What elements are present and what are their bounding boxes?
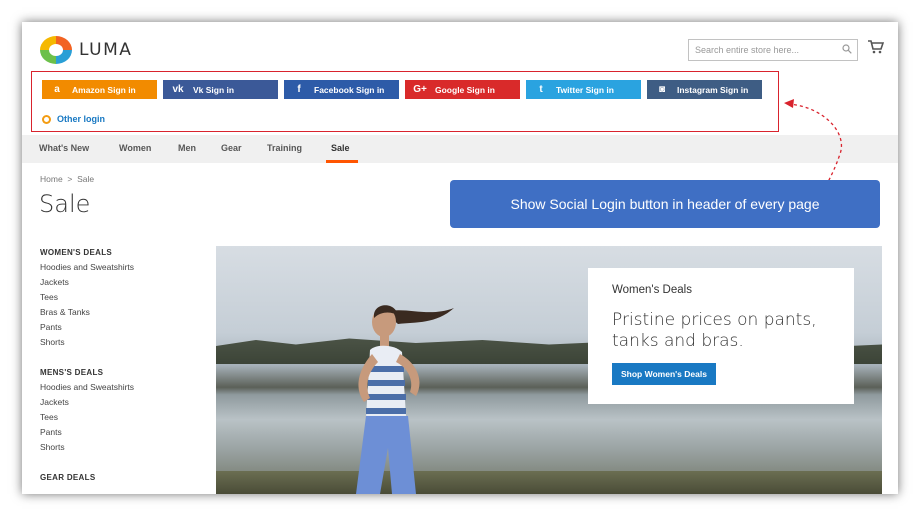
sidebar-link[interactable]: Tees — [40, 410, 134, 425]
search-icon[interactable] — [842, 44, 852, 54]
twitter-sign-in-button[interactable]: t Twitter Sign in — [526, 80, 641, 99]
page-title: Sale — [39, 190, 91, 218]
twitter-icon: t — [539, 84, 543, 95]
vk-sign-in-button[interactable]: vk Vk Sign in — [163, 80, 278, 99]
other-login-label: Other login — [57, 114, 105, 124]
other-login-icon — [42, 114, 51, 124]
google-sign-in-button[interactable]: G+ Google Sign in — [405, 80, 520, 99]
sidebar: WOMEN'S DEALS Hoodies and Sweatshirts Ja… — [40, 248, 134, 482]
callout-arrow — [784, 99, 843, 183]
sidebar-link[interactable]: Tees — [40, 290, 134, 305]
logo-text: LUMA — [79, 40, 133, 60]
sidebar-link[interactable]: Jackets — [40, 275, 134, 290]
sidebar-heading-womens-deals: WOMEN'S DEALS — [40, 248, 113, 257]
nav-item-gear[interactable]: Gear — [221, 143, 242, 153]
hero-banner[interactable]: Women's Deals Pristine prices on pants, … — [216, 246, 882, 494]
nav-item-women[interactable]: Women — [119, 143, 151, 153]
vk-icon: vk — [172, 84, 184, 95]
sidebar-heading-mens-deals: MENS'S DEALS — [40, 368, 104, 377]
twitter-sign-in-label: Twitter Sign in — [556, 84, 614, 95]
sidebar-link[interactable]: Hoodies and Sweatshirts — [40, 260, 134, 275]
breadcrumb-home[interactable]: Home — [40, 174, 63, 184]
sidebar-link[interactable]: Bras & Tanks — [40, 305, 134, 320]
nav-item-training[interactable]: Training — [267, 143, 302, 153]
annotation-callout: Show Social Login button in header of ev… — [450, 180, 880, 228]
sidebar-link[interactable]: Shorts — [40, 335, 134, 350]
facebook-sign-in-button[interactable]: f Facebook Sign in — [284, 80, 399, 99]
nav-active-indicator — [326, 160, 358, 163]
vk-sign-in-label: Vk Sign in — [193, 84, 235, 95]
cart-icon[interactable] — [868, 40, 884, 54]
breadcrumb: Home > Sale — [40, 174, 94, 184]
google-sign-in-label: Google Sign in — [435, 84, 495, 95]
promo-title: Pristine prices on pants, tanks and bras… — [612, 310, 817, 351]
google-plus-icon: G+ — [413, 84, 427, 95]
facebook-icon: f — [297, 84, 301, 95]
instagram-icon: ◙ — [658, 84, 666, 95]
sidebar-link[interactable]: Pants — [40, 320, 134, 335]
sidebar-link[interactable]: Shorts — [40, 440, 134, 455]
amazon-sign-in-label: Amazon Sign in — [72, 84, 136, 95]
hero-grass — [216, 471, 882, 494]
breadcrumb-current: Sale — [77, 174, 95, 184]
nav-item-men[interactable]: Men — [178, 143, 196, 153]
nav-item-sale[interactable]: Sale — [331, 143, 350, 153]
search-input[interactable]: Search entire store here... — [688, 39, 858, 61]
main-nav: What's New Women Men Gear Training Sale — [22, 135, 898, 163]
screenshot-frame: LUMA Search entire store here... a Amazo… — [22, 22, 898, 494]
sidebar-link[interactable]: Hoodies and Sweatshirts — [40, 380, 134, 395]
nav-item-whats-new[interactable]: What's New — [39, 143, 89, 153]
amazon-icon: a — [54, 84, 60, 95]
facebook-sign-in-label: Facebook Sign in — [314, 84, 385, 95]
luma-logo-icon — [40, 36, 72, 64]
promo-eyebrow: Women's Deals — [612, 284, 692, 296]
sidebar-link[interactable]: Pants — [40, 425, 134, 440]
logo[interactable]: LUMA — [40, 36, 132, 64]
instagram-sign-in-label: Instagram Sign in — [677, 84, 749, 95]
sidebar-heading-gear-deals: GEAR DEALS — [40, 473, 96, 482]
instagram-sign-in-button[interactable]: ◙ Instagram Sign in — [647, 80, 762, 99]
runner-image — [356, 305, 454, 494]
search-placeholder: Search entire store here... — [695, 45, 800, 55]
shop-womens-deals-button[interactable]: Shop Women's Deals — [612, 363, 716, 385]
breadcrumb-separator: > — [67, 174, 73, 184]
social-login-box: a Amazon Sign in vk Vk Sign in f Faceboo… — [31, 71, 779, 132]
amazon-sign-in-button[interactable]: a Amazon Sign in — [42, 80, 157, 99]
sidebar-link[interactable]: Jackets — [40, 395, 134, 410]
promo-card: Women's Deals Pristine prices on pants, … — [588, 268, 854, 404]
other-login-link[interactable]: Other login — [42, 114, 105, 124]
